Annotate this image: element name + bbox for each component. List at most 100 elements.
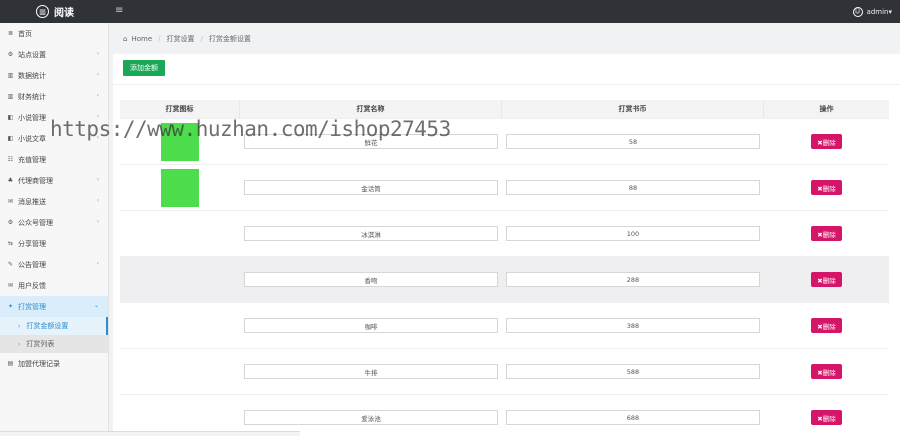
top-bar: ▥ 阅读 ≡ ☺ admin▾ [0,0,900,23]
sidebar-item-label: 站点设置 [18,50,46,59]
sidebar-item[interactable]: ▥ 数据统计 ‹ [0,65,108,86]
delete-button[interactable]: ✖删除 [811,272,842,287]
breadcrumb: ⌂ Home / 打赏设置 / 打赏金额设置 [110,23,900,54]
reward-name-input[interactable]: 香吻 [244,272,498,287]
brand-name: 阅读 [54,8,74,19]
icon-cell [120,211,240,256]
delete-button[interactable]: ✖删除 [811,134,842,149]
chevron-left-icon: ‹ [96,50,99,57]
menu-toggle-icon[interactable]: ≡ [115,5,123,16]
bar-chart-icon: ▥ [7,93,14,100]
table-header: 打赏图标 打赏名称 打赏书币 操作 [120,100,889,118]
add-amount-button[interactable]: 添加金额 [123,60,165,76]
reward-coins-input[interactable]: 288 [506,272,760,287]
brand[interactable]: ▥ 阅读 [0,0,110,23]
sidebar-item-label: 首页 [18,29,32,38]
chevron-right-icon: › [18,322,21,330]
list-icon: ▤ [7,360,14,367]
divider [113,84,900,85]
book-icon: ◧ [7,135,14,142]
sidebar-item-label: 用户反馈 [18,281,46,290]
action-cell: ✖删除 [764,349,889,394]
chevron-left-icon: ‹ [96,176,99,183]
delete-button[interactable]: ✖删除 [811,318,842,333]
action-cell: ✖删除 [764,211,889,256]
header-name: 打赏名称 [240,100,502,118]
book-icon: ◧ [7,114,14,121]
delete-button[interactable]: ✖删除 [811,226,842,241]
action-cell: ✖删除 [764,119,889,164]
sidebar-item-label: 打赏管理 [18,302,46,311]
message-icon: ✉ [7,198,14,205]
chevron-left-icon: ‹ [96,197,99,204]
name-cell: 咖啡 [240,303,502,348]
home-icon: ≣ [7,30,14,37]
sidebar-item-label: 公众号管理 [18,218,53,227]
reward-coins-input[interactable]: 58 [506,134,760,149]
reward-coins-input[interactable]: 88 [506,180,760,195]
sidebar-item[interactable]: ⚙ 站点设置 ‹ [0,44,108,65]
name-cell: 金话筒 [240,165,502,210]
table-row: 爱泳池 688 ✖删除 [120,394,889,436]
name-cell: 冰淇淋 [240,211,502,256]
reward-name-input[interactable]: 咖啡 [244,318,498,333]
sidebar-subitem-label: 打赏列表 [26,340,55,348]
icon-cell [120,349,240,394]
sidebar-item-reward-management[interactable]: ✦ 打赏管理 ⌄ [0,296,108,317]
reward-name-input[interactable]: 牛排 [244,364,498,379]
breadcrumb-current: 打赏金额设置 [208,34,251,43]
action-cell: ✖删除 [764,303,889,348]
breadcrumb-home[interactable]: Home [131,35,152,43]
reward-name-input[interactable]: 爱泳池 [244,410,498,425]
sidebar-item-label: 代理商管理 [18,176,53,185]
gear-icon: ⚙ [7,219,14,226]
reward-name-input[interactable]: 冰淇淋 [244,226,498,241]
coins-cell: 100 [502,211,764,256]
delete-button[interactable]: ✖删除 [811,364,842,379]
sidebar-item-label: 小说文章 [18,134,46,143]
icon-cell [120,257,240,302]
sidebar-item-franchise-records[interactable]: ▤ 加盟代理记录 [0,353,108,374]
sidebar-item[interactable]: ☷ 充值管理 [0,149,108,170]
reward-name-input[interactable]: 金话筒 [244,180,498,195]
reward-coins-input[interactable]: 388 [506,318,760,333]
sidebar-item[interactable]: ▥ 财务统计 ‹ [0,86,108,107]
action-cell: ✖删除 [764,257,889,302]
sidebar: ≣ 首页 ⚙ 站点设置 ‹ ▥ 数据统计 ‹ ▥ 财务统计 ‹ ◧ 小说管理 ‹ ◧ 小说文章 ‹ ☷ 充值管理 ♣ 代… [0,23,109,436]
sidebar-item[interactable]: ✎ 公告管理 ‹ [0,254,108,275]
sidebar-item[interactable]: ✉ 用户反馈 [0,275,108,296]
name-cell: 爱泳池 [240,395,502,436]
reward-table: 打赏图标 打赏名称 打赏书币 操作 鲜花 58 ✖删除 金话筒 88 ✖删除 冰淇淋 100 ✖… [120,100,889,436]
watermark-text: https://www.huzhan.com/ishop27453 [50,117,451,141]
coins-cell: 688 [502,395,764,436]
sidebar-item[interactable]: ⇆ 分享管理 [0,233,108,254]
table-row: 香吻 288 ✖删除 [120,256,889,302]
delete-button[interactable]: ✖删除 [811,410,842,425]
sidebar-subitem-reward-amount[interactable]: › 打赏金额设置 [0,317,108,335]
action-cell: ✖删除 [764,165,889,210]
sidebar-item[interactable]: ⚙ 公众号管理 ‹ [0,212,108,233]
sidebar-item[interactable]: ✉ 消息推送 ‹ [0,191,108,212]
reward-coins-input[interactable]: 588 [506,364,760,379]
gift-image [161,168,199,207]
reward-coins-input[interactable]: 688 [506,410,760,425]
sidebar-item-label: 小说管理 [18,113,46,122]
sidebar-subitem-label: 打赏金额设置 [26,322,69,330]
delete-button[interactable]: ✖删除 [811,180,842,195]
sparkle-icon: ✦ [7,303,14,310]
icon-cell [120,395,240,436]
sidebar-subitem-reward-list[interactable]: › 打赏列表 [0,335,108,353]
user-menu[interactable]: ☺ admin▾ [852,0,892,23]
sidebar-item[interactable]: ♣ 代理商管理 ‹ [0,170,108,191]
name-cell: 牛排 [240,349,502,394]
name-cell: 香吻 [240,257,502,302]
sidebar-item[interactable]: ≣ 首页 [0,23,108,44]
reward-coins-input[interactable]: 100 [506,226,760,241]
table-icon: ☷ [7,156,14,163]
header-actions: 操作 [819,105,834,113]
home-icon: ⌂ [123,34,128,43]
table-row: 金话筒 88 ✖删除 [120,164,889,210]
breadcrumb-reward-settings[interactable]: 打赏设置 [166,34,194,44]
content-panel: 添加金额 打赏图标 打赏名称 打赏书币 操作 鲜花 58 ✖删除 金话筒 88 ✖删除 冰淇… [113,54,900,436]
sidebar-item-label: 数据统计 [18,71,46,80]
